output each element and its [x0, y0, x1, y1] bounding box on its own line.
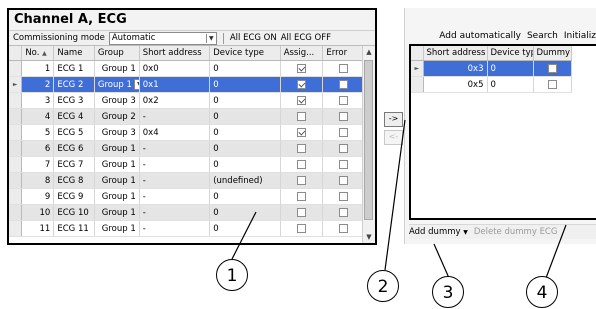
callout-2: 2	[367, 270, 399, 302]
callout-1: 1	[216, 259, 248, 291]
callout-leaders	[231, 119, 567, 279]
callout-4: 4	[526, 276, 558, 308]
callout-3: 3	[432, 276, 464, 308]
